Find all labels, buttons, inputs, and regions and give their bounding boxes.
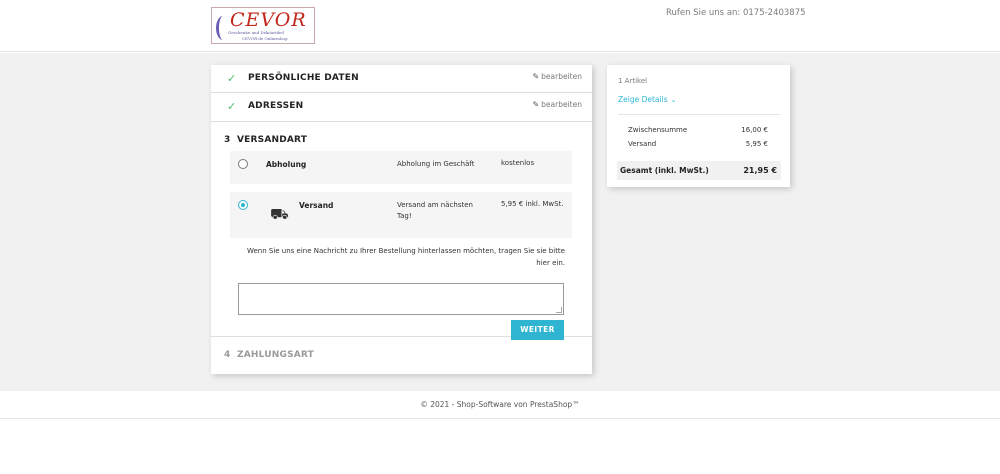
site-header: CEVOR Geschenke und Dekoartikel CEVOR.de… [0,0,1000,52]
order-message-input[interactable] [238,283,564,315]
logo-subtitle-2: CEVOR.de Onlineshop [242,36,288,41]
shipping-value: 5,95 € [745,140,768,148]
step-personal-data[interactable]: ✓ Persönliche Daten ✎ bearbeiten [211,65,592,93]
step-title-shipping: Versandart [237,135,308,145]
summary-divider [618,114,780,115]
show-details-link[interactable]: Zeige Details ⌄ [618,95,676,104]
step-addresses[interactable]: ✓ Adressen ✎ bearbeiten [211,93,592,122]
radio-delivery[interactable] [238,200,248,210]
order-message-label: Wenn Sie uns eine Nachricht zu Ihrer Bes… [246,247,565,267]
contact-phone: Rufen Sie uns an: 0175-2403875 [666,8,806,18]
cart-summary: 1 Artikel Zeige Details ⌄ Zwischensumme 1… [607,65,790,187]
radio-pickup[interactable] [238,159,248,169]
option-name: Abholung [266,160,307,169]
truck-icon: ⛟ [270,205,289,223]
option-name: Versand [299,201,334,210]
total-row: Gesamt (inkl. MwSt.) 21,95 € [617,161,781,180]
step-payment: 4 Zahlungsart [211,337,592,374]
show-details-label: Zeige Details [618,95,668,104]
footer-text[interactable]: © 2021 - Shop-Software von PrestaShop™ [420,400,579,409]
shipping-option-pickup[interactable]: Abholung Abholung im Geschäft kostenlos [230,151,572,184]
check-icon: ✓ [227,100,237,113]
pencil-icon: ✎ [532,72,540,81]
site-footer: © 2021 - Shop-Software von PrestaShop™ [0,391,1000,419]
subtotal-row: Zwischensumme 16,00 € [628,126,768,134]
option-delay: Versand am nächsten Tag! [397,201,473,220]
step-number: 4 [224,350,231,360]
subtotal-label: Zwischensumme [628,126,688,134]
shipping-row: Versand 5,95 € [628,140,768,148]
edit-label: bearbeiten [541,100,582,109]
checkout-area: ✓ Persönliche Daten ✎ bearbeiten ✓ Adress… [0,53,1000,391]
shipping-label: Versand [628,140,657,148]
cart-item-count: 1 Artikel [618,77,648,85]
chevron-down-icon: ⌄ [670,96,677,104]
shop-logo[interactable]: CEVOR Geschenke und Dekoartikel CEVOR.de… [211,7,315,44]
subtotal-value: 16,00 € [741,126,768,134]
step-number: 3 [224,135,231,145]
step-title-personal: Persönliche Daten [248,73,359,83]
check-icon: ✓ [227,72,237,85]
pencil-icon: ✎ [532,100,540,109]
edit-addresses-link[interactable]: ✎ bearbeiten [532,100,582,109]
logo-swirl [216,16,230,40]
checkout-steps: ✓ Persönliche Daten ✎ bearbeiten ✓ Adress… [211,65,592,374]
total-label: Gesamt (inkl. MwSt.) [620,166,709,175]
edit-label: bearbeiten [541,72,582,81]
logo-subtitle: Geschenke und Dekoartikel [228,30,285,35]
logo-name: CEVOR [230,9,307,31]
option-price: kostenlos [501,159,535,167]
edit-personal-link[interactable]: ✎ bearbeiten [532,72,582,81]
step-title-payment: Zahlungsart [237,350,314,360]
total-value: 21,95 € [743,166,777,175]
step-title-addresses: Adressen [248,101,304,111]
shipping-option-delivery[interactable]: ⛟ Versand Versand am nächsten Tag! 5,95 … [230,192,572,238]
option-price: 5,95 € inkl. MwSt. [501,200,564,208]
option-delay: Abholung im Geschäft [397,160,475,168]
